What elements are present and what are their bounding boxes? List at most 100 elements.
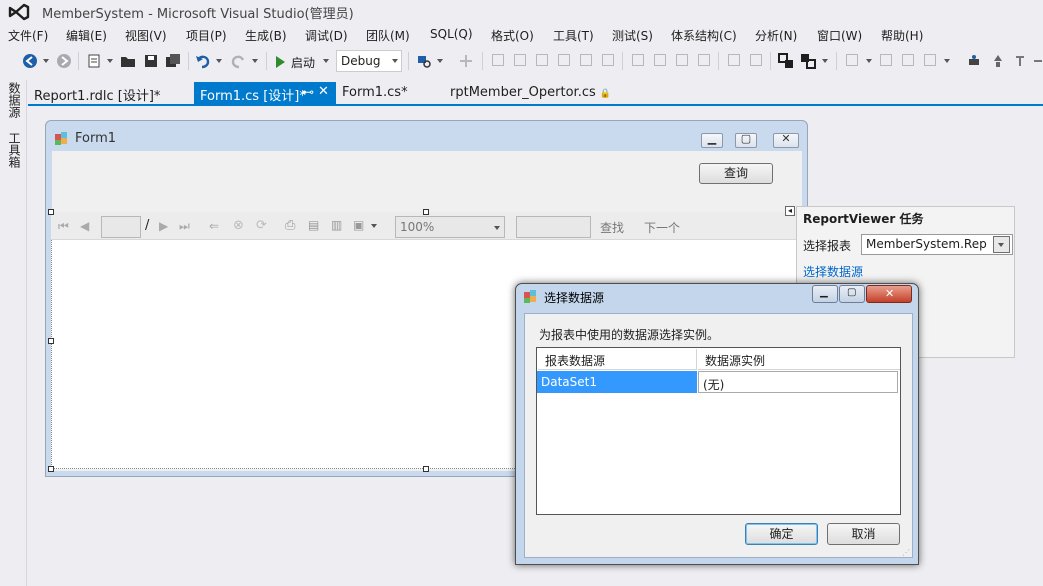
- redo-dropdown-caret[interactable]: [252, 59, 258, 63]
- dialog-minimize-button[interactable]: ▁: [812, 285, 838, 303]
- resize-handle[interactable]: [48, 338, 54, 344]
- more-dropdown-caret[interactable]: [944, 59, 950, 63]
- close-tab-icon[interactable]: ✕: [318, 84, 329, 99]
- undo-dropdown-caret[interactable]: [216, 59, 222, 63]
- back-to-parent-icon[interactable]: ⇐: [209, 219, 219, 233]
- menu-edit[interactable]: 编辑(E): [66, 27, 107, 44]
- menu-architecture[interactable]: 体系结构(C): [671, 27, 737, 44]
- menu-sql[interactable]: SQL(Q): [430, 27, 473, 41]
- vertical-spacing-icon[interactable]: [750, 54, 762, 66]
- smart-tag-glyph-icon[interactable]: ◂: [785, 206, 795, 216]
- resize-handle[interactable]: [48, 209, 54, 215]
- tab-form1-design[interactable]: Form1.cs [设计]* ⊷ ✕: [194, 82, 336, 104]
- tab-report1-rdlc[interactable]: Report1.rdlc [设计]*: [28, 82, 166, 104]
- solution-configuration-select[interactable]: Debug: [336, 50, 402, 72]
- print-layout-icon[interactable]: ▤: [308, 218, 319, 232]
- make-same-size-icon[interactable]: [676, 54, 688, 66]
- bring-to-front-icon[interactable]: [778, 53, 794, 69]
- back-icon[interactable]: [22, 53, 38, 69]
- page-setup-icon[interactable]: ▥: [331, 218, 342, 232]
- new-dropdown-caret[interactable]: [107, 59, 113, 63]
- menu-tools[interactable]: 工具(T): [553, 27, 594, 44]
- export-dropdown-caret[interactable]: [371, 224, 377, 228]
- save-icon[interactable]: [143, 53, 159, 69]
- last-page-icon[interactable]: ⏭: [179, 219, 190, 234]
- find-in-files-icon[interactable]: [416, 53, 432, 69]
- new-project-icon[interactable]: [86, 53, 102, 69]
- pin-icon[interactable]: [880, 54, 892, 66]
- send-to-back-icon[interactable]: [800, 53, 816, 69]
- menu-team[interactable]: 团队(M): [366, 27, 410, 44]
- resize-grip-icon[interactable]: ⋰: [902, 548, 910, 557]
- find-label[interactable]: 查找: [600, 219, 624, 236]
- accessibility-icon[interactable]: [924, 54, 936, 66]
- tab-rptmember-opertor[interactable]: rptMember_Opertor.cs 🔒: [444, 82, 617, 104]
- menu-build[interactable]: 生成(B): [245, 27, 287, 44]
- print-icon[interactable]: ⎙: [285, 218, 295, 233]
- column-header-report-data-source[interactable]: 报表数据源: [538, 349, 697, 370]
- cancel-button[interactable]: 取消: [827, 523, 900, 545]
- align-middles-icon[interactable]: [580, 54, 592, 66]
- tab-order-dropdown-caret[interactable]: [866, 59, 872, 63]
- resize-handle[interactable]: [423, 466, 429, 472]
- align-tops-icon[interactable]: [558, 54, 570, 66]
- undo-icon[interactable]: [195, 53, 211, 69]
- back-dropdown-caret[interactable]: [43, 59, 49, 63]
- column-header-data-source-instance[interactable]: 数据源实例: [698, 349, 900, 370]
- menu-test[interactable]: 测试(S): [612, 27, 653, 44]
- extensions-icon[interactable]: [990, 53, 1006, 69]
- grid-cell-data-source-instance[interactable]: (无): [698, 371, 898, 393]
- dialog-maximize-button[interactable]: ▢: [839, 285, 865, 303]
- toolbox-tab[interactable]: 工具箱: [6, 132, 23, 168]
- refresh-icon[interactable]: ⟳: [256, 218, 267, 233]
- order-dropdown-caret[interactable]: [822, 59, 828, 63]
- choose-data-sources-link[interactable]: 选择数据源: [803, 263, 863, 280]
- align-rights-icon[interactable]: [536, 54, 548, 66]
- forward-icon[interactable]: [56, 53, 72, 69]
- query-button[interactable]: 查询: [699, 163, 773, 184]
- menu-debug[interactable]: 调试(D): [305, 27, 348, 44]
- ok-button[interactable]: 确定: [745, 523, 818, 545]
- make-same-height-icon[interactable]: [654, 54, 666, 66]
- open-file-icon[interactable]: [120, 53, 136, 69]
- resize-handle[interactable]: [423, 209, 429, 215]
- wizard-icon[interactable]: [902, 54, 914, 66]
- find-next-label[interactable]: 下一个: [644, 219, 680, 236]
- server-explorer-icon[interactable]: [966, 53, 982, 69]
- tab-order-icon[interactable]: [846, 54, 858, 66]
- zoom-select[interactable]: 100%: [395, 216, 505, 238]
- menu-project[interactable]: 项目(P): [186, 27, 227, 44]
- tab-form1-cs[interactable]: Form1.cs*: [336, 82, 414, 104]
- menu-window[interactable]: 窗口(W): [817, 27, 862, 44]
- redo-icon[interactable]: [230, 53, 246, 69]
- start-debugging-button[interactable]: 启动: [276, 52, 315, 72]
- export-icon[interactable]: ▣: [353, 218, 364, 232]
- form1-maximize-button[interactable]: ▢: [735, 132, 757, 148]
- size-to-grid-icon[interactable]: [698, 54, 710, 66]
- stop-icon[interactable]: ⊗: [233, 218, 244, 233]
- find-dropdown-caret[interactable]: [437, 59, 443, 63]
- form1-close-button[interactable]: ✕: [773, 132, 799, 148]
- choose-report-dropdown-button[interactable]: [993, 236, 1010, 253]
- menu-view[interactable]: 视图(V): [125, 27, 167, 44]
- download-icon[interactable]: [1012, 53, 1028, 69]
- data-sources-tab[interactable]: 数据源: [6, 82, 23, 118]
- menu-analyze[interactable]: 分析(N): [755, 27, 797, 44]
- align-centers-icon[interactable]: [514, 54, 526, 66]
- previous-page-icon[interactable]: ◀: [80, 219, 89, 233]
- grid-cell-report-data-source[interactable]: DataSet1: [537, 371, 697, 393]
- choose-report-select[interactable]: MemberSystem.Rep: [861, 234, 1013, 255]
- current-page-input[interactable]: [101, 216, 141, 238]
- first-page-icon[interactable]: ⏮: [58, 219, 69, 234]
- overflow-icon[interactable]: [1030, 53, 1043, 69]
- menu-help[interactable]: 帮助(H): [881, 27, 923, 44]
- dialog-close-button[interactable]: ✕: [866, 285, 912, 303]
- form1-minimize-button[interactable]: ▁: [701, 132, 723, 148]
- align-lefts-icon[interactable]: [492, 54, 504, 66]
- find-text-input[interactable]: [516, 216, 591, 238]
- menu-file[interactable]: 文件(F): [8, 27, 48, 44]
- save-all-icon[interactable]: [165, 53, 181, 69]
- align-bottoms-icon[interactable]: [602, 54, 614, 66]
- start-dropdown-caret[interactable]: [323, 59, 329, 63]
- align-to-grid-icon[interactable]: [458, 53, 474, 69]
